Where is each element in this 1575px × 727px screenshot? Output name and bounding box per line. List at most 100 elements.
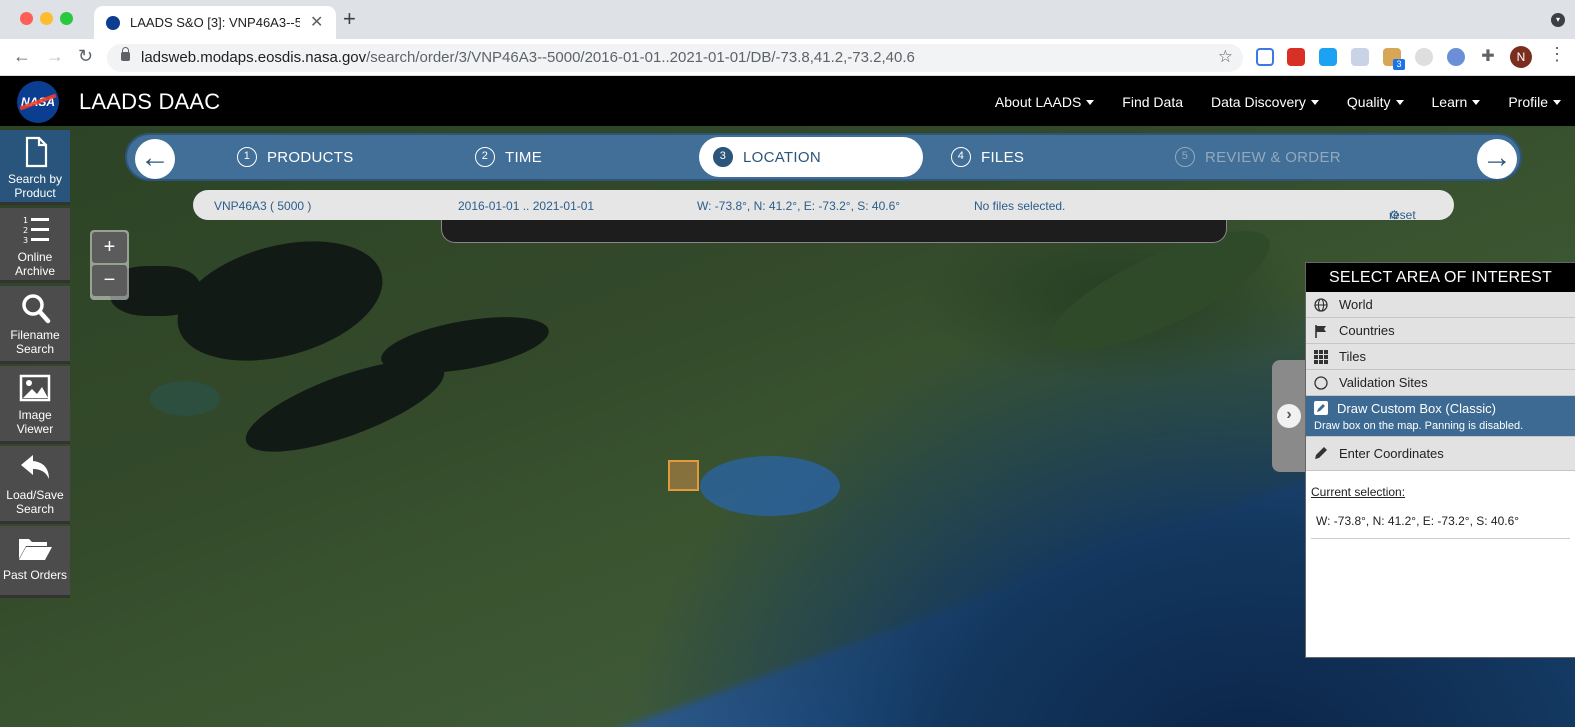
image-icon	[19, 374, 51, 402]
selection-summary-bar: VNP46A3 ( 5000 ) 2016-01-01 .. 2021-01-0…	[193, 190, 1454, 222]
flag-icon	[1315, 325, 1326, 338]
sidebar-filename-search[interactable]: Filename Search	[0, 286, 70, 364]
sidebar-label: Past Orders	[2, 568, 68, 582]
sidebar-image-viewer[interactable]: Image Viewer	[0, 366, 70, 444]
previous-step-arrow-icon[interactable]: ←	[135, 139, 175, 179]
summary-location[interactable]: W: -73.8°, N: 41.2°, E: -73.2°, S: 40.6°	[697, 199, 900, 213]
site-brand[interactable]: LAADS DAAC	[79, 89, 220, 115]
step-number: 1	[237, 147, 257, 167]
site-header: NASA LAADS DAAC About LAADS Find Data Da…	[0, 77, 1575, 126]
globe-icon	[1314, 298, 1328, 312]
extension-pdf-icon[interactable]	[1287, 48, 1305, 66]
nasa-favicon-icon	[106, 16, 120, 30]
svg-text:3: 3	[23, 236, 28, 245]
nav-label: Find Data	[1122, 93, 1183, 110]
nav-data-discovery[interactable]: Data Discovery	[1211, 94, 1319, 110]
new-tab-button[interactable]: +	[343, 8, 356, 30]
search-icon	[22, 294, 51, 324]
aoi-option-enter-coordinates[interactable]: Enter Coordinates	[1306, 437, 1575, 471]
back-icon[interactable]: ←	[13, 46, 31, 66]
step-review-order: 5 REVIEW & ORDER	[1175, 135, 1341, 179]
extension-v-icon[interactable]	[1319, 48, 1337, 66]
nav-profile[interactable]: Profile	[1508, 94, 1561, 110]
browser-tab-bar: LAADS S&O [3]: VNP46A3--50 ✕ + ▾	[0, 0, 1575, 39]
edit-box-icon	[1314, 401, 1328, 415]
reset-label: reset	[1389, 208, 1416, 222]
sidebar-past-orders[interactable]: Past Orders	[0, 526, 70, 598]
summary-product[interactable]: VNP46A3 ( 5000 )	[214, 199, 311, 213]
step-products[interactable]: 1 PRODUCTS	[237, 135, 354, 179]
step-number: 3	[713, 147, 733, 167]
nav-find-data[interactable]: Find Data	[1122, 94, 1183, 110]
step-label: TIME	[505, 148, 543, 166]
tab-search-icon[interactable]: ▾	[1551, 13, 1565, 27]
step-time[interactable]: 2 TIME	[475, 135, 542, 179]
current-selection: Current selection: W: -73.8°, N: 41.2°, …	[1306, 471, 1575, 539]
maximize-window-button[interactable]	[60, 12, 73, 25]
option-label: Draw Custom Box (Classic)	[1337, 401, 1496, 416]
extension-car-icon[interactable]	[1351, 48, 1369, 66]
extension-chat-icon[interactable]	[1256, 48, 1274, 66]
close-window-button[interactable]	[20, 12, 33, 25]
aoi-option-countries[interactable]: Countries	[1306, 318, 1575, 344]
summary-time[interactable]: 2016-01-01 .. 2021-01-01	[458, 199, 594, 213]
panel-collapse-toggle[interactable]: ›	[1272, 360, 1306, 472]
browser-tab[interactable]: LAADS S&O [3]: VNP46A3--50 ✕	[94, 6, 336, 39]
selection-box[interactable]	[668, 460, 699, 491]
extension-badge: 3	[1393, 59, 1405, 70]
nav-learn[interactable]: Learn	[1432, 94, 1481, 110]
nav-about-laads[interactable]: About LAADS	[994, 93, 1095, 110]
sidebar-load-save-search[interactable]: Load/Save Search	[0, 446, 70, 524]
aoi-title: SELECT AREA OF INTEREST	[1306, 263, 1575, 292]
option-label: Validation Sites	[1339, 375, 1428, 390]
nasa-logo[interactable]: NASA	[17, 81, 59, 123]
sidebar-search-by-product[interactable]: Search by Product	[0, 130, 70, 205]
long-island-sound	[700, 456, 840, 516]
caret-down-icon	[1553, 100, 1561, 106]
extension-circle-icon[interactable]	[1447, 48, 1465, 66]
address-bar[interactable]: ladsweb.modaps.eosdis.nasa.gov/search/or…	[107, 44, 1243, 72]
step-label: FILES	[981, 148, 1025, 166]
close-tab-icon[interactable]: ✕	[310, 12, 323, 32]
option-hint: Draw box on the map. Panning is disabled…	[1314, 420, 1524, 432]
extensions-puzzle-icon[interactable]: ✚	[1479, 48, 1497, 66]
sidebar-online-archive[interactable]: 123 Online Archive	[0, 208, 70, 283]
summary-drawer-tab[interactable]	[441, 216, 1227, 243]
nav-label: About LAADS	[994, 93, 1082, 110]
numbered-list-icon: 123	[23, 216, 49, 245]
summary-files[interactable]: No files selected.	[974, 199, 1065, 213]
nav-quality[interactable]: Quality	[1347, 94, 1404, 110]
option-label: Enter Coordinates	[1339, 446, 1444, 461]
sidebar-label: Filename Search	[10, 328, 60, 356]
step-files[interactable]: 4 FILES	[951, 135, 1024, 179]
step-number: 4	[951, 147, 971, 167]
aoi-option-tiles[interactable]: Tiles	[1306, 344, 1575, 370]
aoi-option-validation-sites[interactable]: Validation Sites	[1306, 370, 1575, 396]
lake-st-clair	[150, 381, 220, 416]
step-number: 5	[1175, 147, 1195, 167]
caret-down-icon	[1086, 100, 1095, 106]
circle-icon	[1314, 376, 1328, 390]
url-text[interactable]: ladsweb.modaps.eosdis.nasa.gov/search/or…	[141, 49, 915, 66]
zoom-out-button[interactable]: −	[92, 265, 127, 296]
profile-avatar[interactable]: N	[1510, 46, 1532, 68]
svg-text:1: 1	[23, 216, 28, 225]
current-selection-value: W: -73.8°, N: 41.2°, E: -73.2°, S: 40.6°	[1311, 514, 1570, 539]
nav-label: Data Discovery	[1211, 93, 1306, 110]
folder-open-icon	[19, 539, 52, 560]
forward-icon[interactable]: →	[46, 46, 64, 66]
url-path: /search/order/3/VNP46A3--5000/2016-01-01…	[366, 49, 915, 66]
zoom-in-button[interactable]: +	[92, 232, 127, 263]
option-label: Tiles	[1339, 349, 1366, 364]
bookmark-star-icon[interactable]: ☆	[1218, 47, 1233, 67]
option-label: World	[1339, 297, 1373, 312]
browser-menu-icon[interactable]: ⋮	[1548, 44, 1566, 65]
extension-gear-icon[interactable]	[1415, 48, 1433, 66]
next-step-arrow-icon[interactable]: →	[1477, 139, 1517, 179]
aoi-option-draw-custom-box[interactable]: Draw Custom Box (Classic) Draw box on th…	[1306, 396, 1575, 437]
reload-icon[interactable]: ↻	[78, 46, 93, 66]
svg-text:2: 2	[23, 226, 28, 235]
minimize-window-button[interactable]	[40, 12, 53, 25]
aoi-option-world[interactable]: World	[1306, 292, 1575, 318]
step-location[interactable]: 3 LOCATION	[699, 137, 923, 177]
